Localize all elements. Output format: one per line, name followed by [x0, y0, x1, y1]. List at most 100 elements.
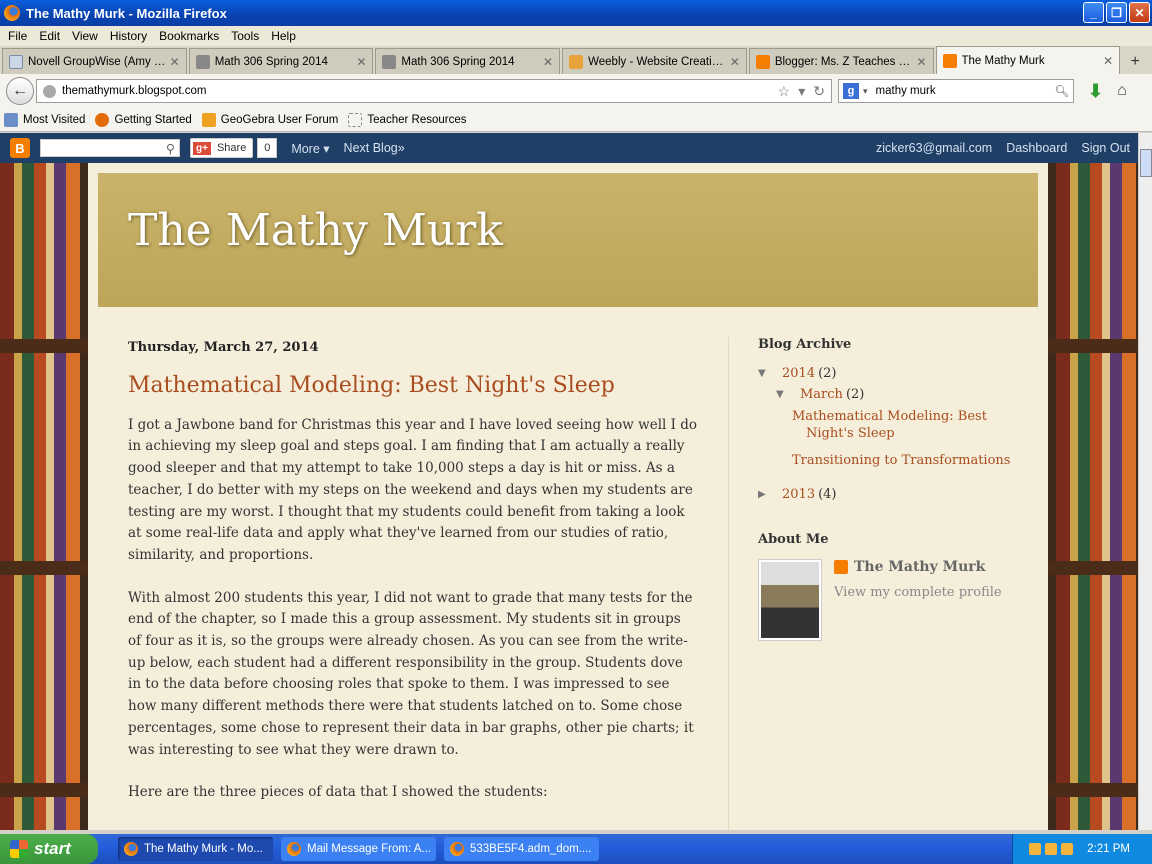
bookmark-icon	[4, 112, 18, 127]
next-blog-link[interactable]: Next Blog»	[344, 141, 405, 155]
post-title[interactable]: Mathematical Modeling: Best Night's Slee…	[128, 371, 698, 401]
tab-bar: Novell GroupWise (Amy Zim...✕ Math 306 S…	[0, 46, 1152, 74]
weebly-icon	[569, 54, 584, 69]
home-icon[interactable]: ⌂	[1117, 82, 1127, 100]
bookmark-getting-started[interactable]: Getting Started	[95, 112, 192, 127]
google-plus-share-button[interactable]: g+ Share	[190, 138, 254, 158]
sign-out-link[interactable]: Sign Out	[1081, 141, 1130, 155]
firefox-icon	[95, 112, 110, 127]
collapse-toggle-icon[interactable]: ▶	[758, 489, 774, 500]
windows-logo-icon	[10, 840, 28, 858]
search-bar[interactable]: g ▾ mathy murk 🔍︎	[838, 79, 1074, 103]
reload-icon[interactable]: ↻	[813, 83, 825, 100]
archive-month-march[interactable]: March	[800, 387, 843, 402]
new-tab-button[interactable]: +	[1122, 50, 1148, 74]
profile-name[interactable]: The Mathy Murk	[834, 559, 1002, 575]
menu-history[interactable]: History	[110, 29, 147, 43]
page-icon	[195, 54, 210, 69]
archive-post-link[interactable]: Mathematical Modeling: Best Night's Slee…	[792, 408, 1018, 442]
close-tab-icon[interactable]: ✕	[356, 55, 366, 69]
search-icon[interactable]: ⚲	[166, 141, 175, 156]
tab-groupwise[interactable]: Novell GroupWise (Amy Zim...✕	[2, 48, 187, 74]
tab-mathy-murk[interactable]: The Mathy Murk ✕	[935, 46, 1121, 74]
blog-title[interactable]: The Mathy Murk	[128, 205, 503, 256]
download-icon[interactable]: ⬇	[1088, 81, 1103, 102]
close-tab-icon[interactable]: ✕	[170, 55, 180, 69]
tab-weebly[interactable]: Weebly - Website Creation ... ✕	[562, 48, 747, 74]
share-count: 0	[257, 138, 278, 158]
blog-content: The Mathy Murk Thursday, March 27, 2014 …	[88, 163, 1048, 830]
firefox-icon	[4, 5, 20, 21]
menu-help[interactable]: Help	[271, 29, 296, 43]
google-icon[interactable]: g	[843, 83, 859, 99]
search-icon[interactable]: 🔍︎	[1054, 84, 1069, 98]
archive-year-2013[interactable]: 2013	[782, 487, 815, 502]
tab-math306-b[interactable]: Math 306 Spring 2014 ✕	[375, 48, 561, 74]
menu-view[interactable]: View	[72, 29, 98, 43]
blogger-icon	[834, 560, 848, 574]
column-divider	[728, 337, 729, 830]
navigation-bar: ← themathymurk.blogspot.com ☆ ▾ ↻ g ▾ mat…	[0, 74, 1152, 108]
post-date: Thursday, March 27, 2014	[128, 340, 319, 355]
minimize-button[interactable]: _	[1083, 2, 1104, 23]
firefox-icon	[287, 842, 301, 856]
expand-toggle-icon[interactable]: ▼	[776, 389, 792, 400]
taskbar-item[interactable]: 533BE5F4.adm_dom....	[444, 837, 599, 861]
blogger-logo-icon[interactable]: B	[10, 138, 30, 158]
dropdown-icon[interactable]: ▾	[798, 83, 805, 100]
vertical-scrollbar[interactable]	[1138, 133, 1152, 830]
profile: The Mathy Murk View my complete profile	[758, 559, 1018, 641]
start-button[interactable]: start	[0, 834, 98, 864]
window-title-bar: The Mathy Murk - Mozilla Firefox _ ❐ ✕	[0, 0, 1152, 26]
blog-search-input[interactable]: ⚲	[40, 139, 180, 157]
menu-bar: File Edit View History Bookmarks Tools H…	[0, 26, 1152, 46]
back-button[interactable]: ←	[6, 77, 34, 105]
menu-file[interactable]: File	[8, 29, 27, 43]
view-profile-link[interactable]: View my complete profile	[834, 585, 1002, 600]
tray-icon[interactable]	[1029, 843, 1042, 855]
close-tab-icon[interactable]: ✕	[1103, 54, 1113, 68]
firefox-icon	[124, 842, 138, 856]
more-menu[interactable]: More ▾	[291, 141, 329, 156]
archive-count: (4)	[818, 487, 837, 502]
scrollbar-thumb[interactable]	[1140, 149, 1152, 177]
url-bar[interactable]: themathymurk.blogspot.com ☆ ▾ ↻	[36, 79, 832, 103]
close-window-button[interactable]: ✕	[1129, 2, 1150, 23]
tray-icon[interactable]	[1061, 843, 1074, 855]
profile-photo[interactable]	[758, 559, 822, 641]
clock: 2:21 PM	[1087, 843, 1130, 855]
window-title: The Mathy Murk - Mozilla Firefox	[26, 5, 227, 21]
bookmark-teacher-resources[interactable]: Teacher Resources	[348, 112, 466, 127]
bookmark-most-visited[interactable]: Most Visited	[4, 112, 85, 127]
firefox-icon	[450, 842, 464, 856]
bookmark-star-icon[interactable]: ☆	[778, 83, 791, 100]
blogger-navbar: B ⚲ g+ Share 0 More ▾ Next Blog» zicker63…	[0, 133, 1138, 163]
close-tab-icon[interactable]: ✕	[543, 55, 553, 69]
page-icon	[382, 54, 397, 69]
blogger-icon	[755, 54, 770, 69]
archive-year-2014[interactable]: 2014	[782, 366, 815, 381]
menu-edit[interactable]: Edit	[39, 29, 60, 43]
restore-button[interactable]: ❐	[1106, 2, 1127, 23]
menu-bookmarks[interactable]: Bookmarks	[159, 29, 219, 43]
page-viewport: The Mathy Murk Thursday, March 27, 2014 …	[0, 163, 1138, 830]
taskbar-item[interactable]: Mail Message From: A...	[281, 837, 436, 861]
tab-blogger[interactable]: Blogger: Ms. Z Teaches in M...✕	[748, 48, 934, 74]
taskbar: start The Mathy Murk - Mo... Mail Messag…	[0, 834, 1152, 864]
archive-post-link[interactable]: Transitioning to Transformations	[792, 452, 1018, 469]
close-tab-icon[interactable]: ✕	[730, 55, 740, 69]
tray-icon[interactable]	[1045, 843, 1058, 855]
menu-tools[interactable]: Tools	[231, 29, 259, 43]
dashboard-link[interactable]: Dashboard	[1006, 141, 1067, 155]
bookmark-geogebra[interactable]: GeoGebra User Forum	[201, 112, 338, 127]
search-input[interactable]: mathy murk	[876, 85, 1055, 97]
post-paragraph: With almost 200 students this year, I di…	[128, 589, 694, 758]
url-value: themathymurk.blogspot.com	[62, 85, 207, 97]
tab-math306-a[interactable]: Math 306 Spring 2014 ✕	[188, 48, 374, 74]
about-heading: About Me	[758, 532, 829, 547]
system-tray: 2:21 PM	[1012, 834, 1152, 864]
taskbar-item[interactable]: The Mathy Murk - Mo...	[118, 837, 273, 861]
expand-toggle-icon[interactable]: ▼	[758, 368, 774, 379]
blog-archive: ▼ 2014 (2) ▼ March (2) Mathematical Mode…	[758, 366, 1018, 502]
close-tab-icon[interactable]: ✕	[916, 55, 926, 69]
